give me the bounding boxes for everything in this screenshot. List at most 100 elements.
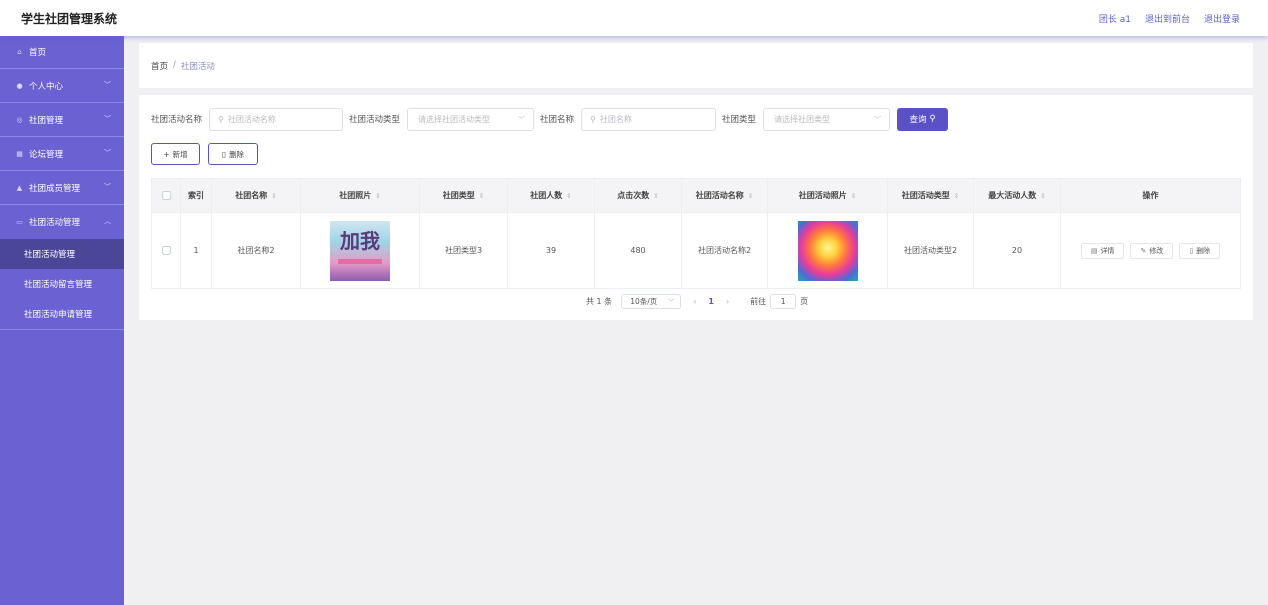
sort-icon[interactable]: ⇕ [1040,192,1045,200]
goto-page-input[interactable]: 1 [770,294,797,309]
pagination: 共 1 条 10条/页 ﹀ ‹ 1 › 前往 1 页 [586,294,808,309]
sidebar-subitem-activity-manage[interactable]: 社团活动管理 [0,239,124,269]
select-all-checkbox[interactable] [161,191,171,200]
col-label: 社团名称 [235,191,268,200]
sidebar-subitem-label: 社团活动申请管理 [24,310,93,320]
cell-activity-name: 社团活动名称2 [682,213,768,288]
breadcrumb-separator: / [173,60,176,70]
add-button-label: 新增 [172,149,188,159]
input-placeholder: 社团名称 [599,114,632,124]
row-checkbox[interactable] [161,246,171,255]
sort-icon[interactable]: ⇕ [479,192,484,200]
trash-icon: ▯ [1189,246,1194,255]
search-form: 社团活动名称 ⚲ 社团活动名称 社团活动类型 请选择社团活动类型 ﹀ 社团名称 … [151,107,949,131]
member-icon: ▲ [16,183,23,192]
activity-type-select[interactable]: 请选择社团活动类型 ﹀ [407,107,535,131]
delete-button-label: 删除 [1196,246,1211,255]
add-button[interactable]: + 新增 [151,143,200,165]
col-label: 社团活动类型 [901,191,950,200]
club-name-input[interactable]: ⚲ 社团名称 [581,107,717,131]
col-club-name[interactable]: 社团名称 ⇕ [212,179,301,212]
cell-activity-photo [768,213,888,288]
chevron-down-icon: ﹀ [874,115,882,124]
sidebar-item-label: 个人中心 [29,81,64,92]
chevron-down-icon: ﹀ [104,149,111,157]
sort-icon[interactable]: ⇕ [954,192,959,200]
cell-index: 1 [181,213,212,288]
club-photo-banner [338,258,382,264]
sidebar: ⌂ 首页 ● 个人中心 ﹀ ◎ 社团管理 ﹀ ▦ 论坛管理 ﹀ ▲ 社团成员管理… [0,36,124,605]
pagination-total: 共 1 条 [586,297,613,306]
activity-icon: ▭ [16,218,23,226]
cell-club-photo: 加我 [301,213,420,288]
sidebar-item-club[interactable]: ◎ 社团管理 ﹀ [0,103,124,137]
forum-icon: ▦ [16,149,23,158]
activity-photo-image[interactable] [797,220,858,281]
activity-type-label: 社团活动类型 [349,115,401,125]
query-button[interactable]: 查询 ⚲ [897,107,949,131]
col-max-people[interactable]: 最大活动人数 ⇕ [974,179,1061,212]
sidebar-subitem-activity-message[interactable]: 社团活动留言管理 [0,269,124,299]
col-club-members[interactable]: 社团人数 ⇕ [508,179,595,212]
breadcrumb-card: 首页 / 社团活动 [139,43,1253,88]
col-label: 社团活动名称 [695,191,744,200]
sidebar-subitem-label: 社团活动管理 [24,250,76,260]
action-buttons: + 新增 ▯ 删除 [151,143,258,165]
table-header: 索引 社团名称 ⇕ 社团照片 ⇕ 社团类型 ⇕ 社团人数 ⇕ 点击次数 ⇕ 社团活动名称 ⇕… [152,179,1240,213]
col-label: 社团人数 [530,191,563,200]
club-photo-image[interactable]: 加我 [330,220,390,281]
club-icon: ◎ [16,115,23,124]
sidebar-item-forum[interactable]: ▦ 论坛管理 ﹀ [0,137,124,171]
sort-icon[interactable]: ⇕ [851,192,856,200]
breadcrumb-home[interactable]: 首页 [151,60,168,72]
sidebar-item-activity[interactable]: ▭ 社团活动管理 ︿ [0,205,124,239]
user-icon: ● [16,81,23,90]
page-size-select[interactable]: 10条/页 ﹀ [621,294,682,309]
sort-icon[interactable]: ⇕ [653,192,658,200]
page-number[interactable]: 1 [708,297,714,306]
sidebar-item-personal[interactable]: ● 个人中心 ﹀ [0,69,124,103]
sort-icon[interactable]: ⇕ [748,192,753,200]
sidebar-item-member[interactable]: ▲ 社团成员管理 ﹀ [0,171,124,205]
sidebar-item-home[interactable]: ⌂ 首页 [0,36,124,69]
col-clicks[interactable]: 点击次数 ⇕ [595,179,682,212]
breadcrumb-current: 社团活动 [180,62,215,72]
sort-icon[interactable]: ⇕ [271,192,276,200]
col-club-photo[interactable]: 社团照片 ⇕ [301,179,420,212]
col-activity-photo[interactable]: 社团活动照片 ⇕ [768,179,888,212]
sort-icon[interactable]: ⇕ [566,192,571,200]
trash-icon: ▯ [221,149,227,159]
detail-button[interactable]: ▤ 详情 [1080,242,1125,259]
detail-icon: ▤ [1090,246,1098,255]
sidebar-item-label: 社团成员管理 [29,183,81,194]
activity-submenu: 社团活动管理 社团活动留言管理 社团活动申请管理 [0,239,124,330]
batch-delete-button[interactable]: ▯ 删除 [208,143,258,165]
col-club-type[interactable]: 社团类型 ⇕ [420,179,508,212]
prev-page-icon[interactable]: ‹ [693,297,696,306]
sidebar-subitem-activity-apply[interactable]: 社团活动申请管理 [0,299,124,329]
select-placeholder: 请选择社团类型 [774,114,831,124]
delete-button[interactable]: ▯ 删除 [1179,242,1221,259]
cell-club-name: 社团名称2 [212,213,301,288]
edit-icon: ✎ [1140,246,1147,255]
col-label: 最大活动人数 [988,191,1037,200]
edit-button[interactable]: ✎ 修改 [1130,242,1174,259]
logout-link[interactable]: 退出登录 [1204,12,1240,25]
query-button-label: 查询 [909,115,927,125]
activity-name-input[interactable]: ⚲ 社团活动名称 [209,107,344,131]
sidebar-item-label: 首页 [29,48,47,58]
cell-club-type: 社团类型3 [420,213,508,288]
current-user: 团长 a1 [1098,15,1131,25]
activity-table: 索引 社团名称 ⇕ 社团照片 ⇕ 社团类型 ⇕ 社团人数 ⇕ 点击次数 ⇕ 社团活动名称 ⇕… [151,178,1241,289]
sort-icon[interactable]: ⇕ [375,192,380,200]
row-select-cell [152,213,181,288]
col-activity-type[interactable]: 社团活动类型 ⇕ [888,179,974,212]
col-label: 点击次数 [617,191,650,200]
col-activity-name[interactable]: 社团活动名称 ⇕ [682,179,768,212]
activity-name-label: 社团活动名称 [151,115,203,125]
next-page-icon[interactable]: › [726,297,729,306]
select-all-cell [152,179,181,212]
front-link[interactable]: 退出到前台 [1145,12,1190,25]
table-row: 1 社团名称2 加我 社团类型3 39 480 社团活动名称2 社团活动类型2 … [152,213,1240,288]
club-type-select[interactable]: 请选择社团类型 ﹀ [763,107,891,131]
